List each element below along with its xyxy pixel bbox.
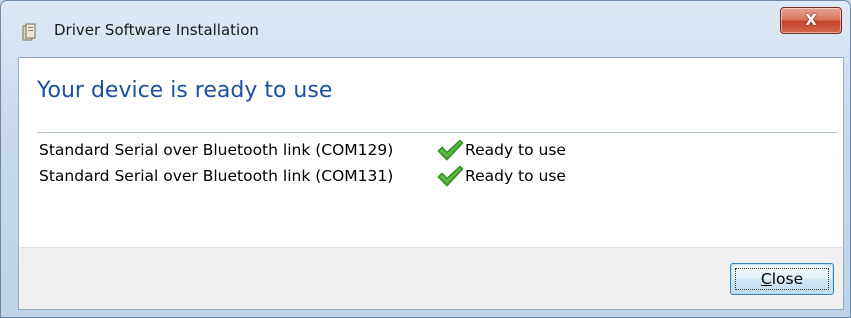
device-list-item: Standard Serial over Bluetooth link (COM… bbox=[39, 138, 739, 162]
device-name: Standard Serial over Bluetooth link (COM… bbox=[39, 141, 394, 159]
device-list-item: Standard Serial over Bluetooth link (COM… bbox=[39, 164, 739, 188]
device-status: Ready to use bbox=[465, 167, 566, 185]
divider bbox=[37, 132, 837, 133]
green-checkmark-icon bbox=[437, 139, 464, 161]
content-panel: Your device is ready to use Standard Ser… bbox=[18, 57, 844, 248]
close-button[interactable]: Close bbox=[730, 263, 834, 295]
driver-installation-window: Driver Software Installation X Your devi… bbox=[0, 0, 851, 318]
close-button-label: Close bbox=[760, 269, 804, 288]
green-checkmark-icon bbox=[437, 165, 464, 187]
button-bar: Close bbox=[18, 247, 844, 310]
title-bar[interactable]: Driver Software Installation X bbox=[1, 1, 850, 55]
window-close-button[interactable]: X bbox=[780, 7, 842, 34]
device-status: Ready to use bbox=[465, 141, 566, 159]
driver-installer-icon bbox=[22, 23, 36, 41]
close-icon: X bbox=[805, 11, 817, 29]
page-title: Your device is ready to use bbox=[37, 78, 333, 103]
device-name: Standard Serial over Bluetooth link (COM… bbox=[39, 167, 394, 185]
window-title: Driver Software Installation bbox=[54, 21, 259, 39]
